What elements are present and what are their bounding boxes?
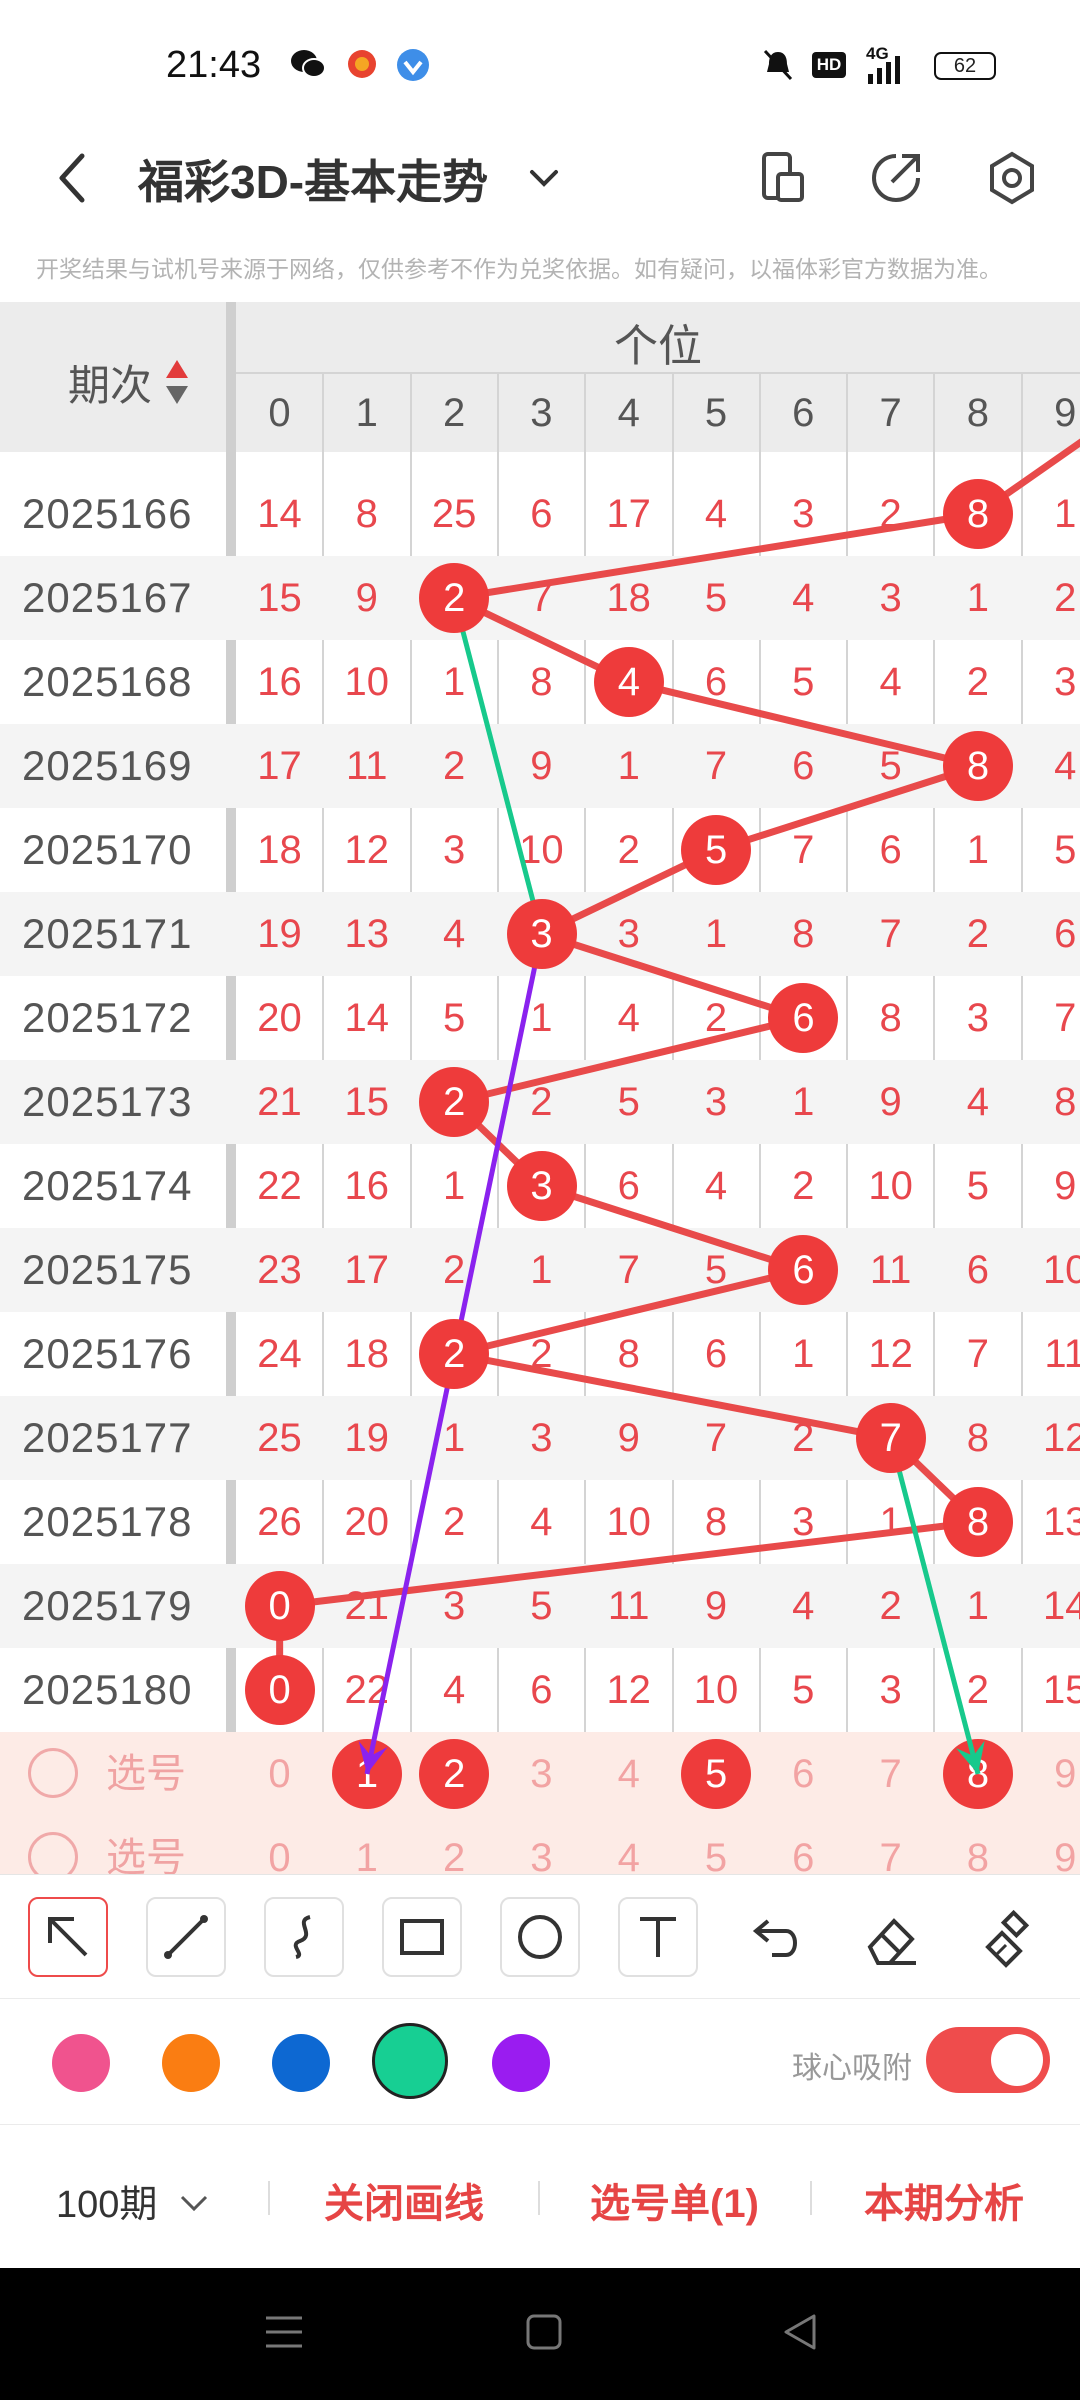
chevron-down-icon bbox=[180, 2195, 208, 2212]
device-icon[interactable] bbox=[758, 148, 808, 208]
trend-lines bbox=[276, 438, 1080, 1775]
winning-ball[interactable]: 2 bbox=[419, 563, 490, 633]
undo-icon[interactable] bbox=[742, 1911, 806, 1967]
battery-level: 62 bbox=[953, 55, 977, 77]
winning-ball[interactable]: 0 bbox=[244, 1571, 315, 1641]
battery-icon: 62 bbox=[934, 52, 996, 80]
chevron-down-icon[interactable] bbox=[524, 158, 564, 198]
trend-table: 期次 个位 0123456789 2025166 14 8 25 6 17 4 3 2 1 2025… bbox=[0, 302, 1080, 1874]
curve-tool[interactable] bbox=[264, 1897, 344, 1977]
winning-ball[interactable]: 5 bbox=[681, 815, 752, 885]
hd-icon: HD bbox=[812, 52, 846, 78]
winning-ball[interactable]: 3 bbox=[506, 899, 577, 969]
line-tool[interactable] bbox=[146, 1897, 226, 1977]
drawing-toolbar bbox=[0, 1874, 1080, 1999]
back-nav-icon[interactable] bbox=[780, 2312, 820, 2352]
clear-brush-icon[interactable] bbox=[980, 1909, 1040, 1969]
title-bar: 福彩3D-基本走势 bbox=[0, 128, 1080, 228]
period-label: 100期 bbox=[56, 2184, 158, 2226]
winning-ball[interactable]: 4 bbox=[593, 647, 664, 717]
rectangle-tool[interactable] bbox=[382, 1897, 462, 1977]
menu-icon[interactable] bbox=[262, 2312, 306, 2352]
purple-arrow[interactable] bbox=[451, 933, 544, 1355]
disclaimer-notice: 开奖结果与试机号来源于网络，仅供参考不作为兑奖依据。如有疑问，以福体彩官方数据为… bbox=[36, 256, 1002, 282]
status-bar: 21:43 HD 4G 62 bbox=[0, 0, 1080, 128]
toggle-knob bbox=[991, 2034, 1043, 2086]
separator bbox=[810, 2181, 812, 2215]
color-swatch[interactable] bbox=[492, 2034, 550, 2092]
color-swatch[interactable] bbox=[272, 2034, 330, 2092]
pick-list-button[interactable]: 选号单(1) bbox=[590, 2171, 759, 2229]
purple-arrow[interactable] bbox=[364, 1353, 457, 1775]
snap-toggle[interactable] bbox=[926, 2027, 1050, 2093]
shield-app-icon bbox=[397, 49, 429, 81]
system-nav-bar bbox=[0, 2268, 1080, 2400]
winning-ball[interactable]: 6 bbox=[768, 1235, 839, 1305]
arrow-tool[interactable] bbox=[28, 1897, 108, 1977]
share-icon[interactable] bbox=[866, 148, 926, 208]
winning-ball[interactable]: 8 bbox=[943, 1487, 1014, 1557]
clock: 21:43 bbox=[166, 44, 262, 86]
color-palette: 球心吸附 bbox=[0, 1998, 1080, 2125]
period-selector[interactable]: 100期 bbox=[56, 2173, 212, 2228]
snap-label: 球心吸附 bbox=[792, 2052, 912, 2085]
analysis-button[interactable]: 本期分析 bbox=[864, 2171, 1024, 2229]
action-bar: 100期 关闭画线 选号单(1) 本期分析 bbox=[0, 2124, 1080, 2269]
page-title[interactable]: 福彩3D-基本走势 bbox=[138, 146, 488, 212]
color-swatch[interactable] bbox=[162, 2034, 220, 2092]
winning-ball[interactable]: 7 bbox=[855, 1403, 926, 1473]
winning-ball[interactable]: 2 bbox=[419, 1319, 490, 1389]
settings-icon[interactable] bbox=[982, 148, 1042, 208]
color-swatch[interactable] bbox=[52, 2034, 110, 2092]
winning-ball[interactable]: 8 bbox=[943, 479, 1014, 549]
text-tool[interactable] bbox=[618, 1897, 698, 1977]
back-icon[interactable] bbox=[50, 148, 94, 208]
winning-ball[interactable]: 0 bbox=[244, 1655, 315, 1725]
separator bbox=[268, 2181, 270, 2215]
winning-ball[interactable]: 6 bbox=[768, 983, 839, 1053]
color-swatch[interactable] bbox=[372, 2023, 448, 2099]
home-icon[interactable] bbox=[524, 2312, 564, 2352]
winning-ball[interactable]: 8 bbox=[943, 731, 1014, 801]
circle-tool[interactable] bbox=[500, 1897, 580, 1977]
mute-bell-icon bbox=[763, 49, 793, 81]
green-arrow[interactable] bbox=[451, 597, 544, 935]
app-notification-icon bbox=[348, 50, 376, 78]
signal-icon bbox=[868, 56, 900, 84]
close-draw-button[interactable]: 关闭画线 bbox=[324, 2171, 484, 2229]
wechat-icon bbox=[291, 50, 326, 78]
separator bbox=[538, 2181, 540, 2215]
winning-ball[interactable]: 3 bbox=[506, 1151, 577, 1221]
eraser-icon[interactable] bbox=[862, 1909, 922, 1969]
winning-ball[interactable]: 2 bbox=[419, 1067, 490, 1137]
